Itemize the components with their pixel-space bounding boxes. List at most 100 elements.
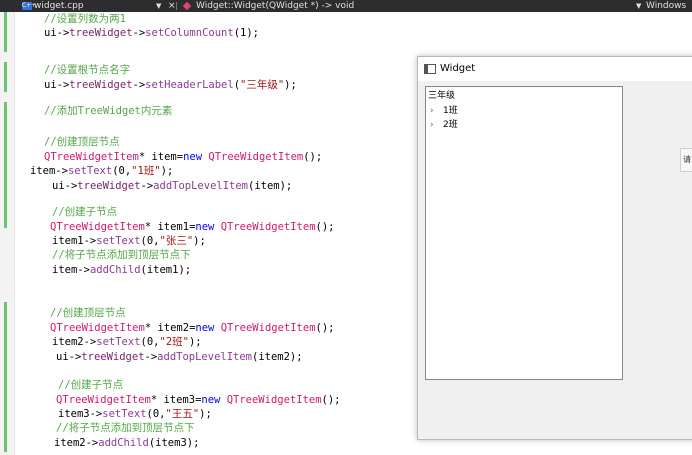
code-token: "2班" — [159, 336, 189, 348]
code-line: item1->setText(0,"张三"); — [52, 234, 206, 248]
code-token: * item2= — [144, 322, 196, 334]
code-token: (0, — [140, 235, 160, 247]
code-token: QTreeWidgetItem — [220, 322, 316, 334]
file-tab[interactable]: widget.cpp — [34, 0, 84, 12]
code-line: QTreeWidgetItem* item=new QTreeWidgetIte… — [44, 150, 322, 164]
code-token: * item1= — [144, 221, 196, 233]
code-line: //设置根节点名字 — [44, 63, 130, 77]
code-token: QTreeWidgetItem — [50, 322, 145, 334]
code-token: (item2); — [252, 351, 303, 363]
platform-dropdown[interactable]: Windows — [646, 0, 686, 12]
code-token: treeWidget — [81, 351, 145, 363]
change-marker — [4, 62, 7, 92]
code-token: (); — [315, 322, 335, 334]
code-token: -> — [144, 351, 158, 363]
code-token: new — [195, 322, 215, 334]
tree-header: 三年级 — [428, 91, 456, 101]
tree-item[interactable]: › 2班 — [428, 118, 618, 132]
code-token: (); — [303, 151, 323, 163]
code-token: item-> — [52, 264, 90, 276]
code-line: QTreeWidgetItem* item2=new QTreeWidgetIt… — [50, 321, 335, 335]
tree-item[interactable]: › 1班 — [428, 104, 618, 118]
code-token: //设置列数为两1 — [44, 13, 126, 25]
code-line: //创建顶层节点 — [50, 306, 126, 320]
code-token: ui-> — [56, 351, 82, 363]
code-token: ); — [160, 165, 174, 177]
chevron-right-icon[interactable]: › — [430, 118, 434, 132]
code-token: setText — [102, 408, 147, 420]
code-token: item2-> — [52, 336, 97, 348]
code-token: (0, — [146, 408, 166, 420]
code-token: -> — [140, 180, 154, 192]
code-token: * item= — [138, 151, 184, 163]
code-token: ui-> — [44, 79, 70, 91]
code-token: (item3); — [148, 437, 200, 449]
code-token: QTreeWidgetItem — [208, 151, 304, 163]
code-token: ); — [199, 408, 212, 420]
change-marker — [4, 102, 7, 152]
code-token: setHeaderLabel — [145, 79, 234, 91]
tree-widget[interactable]: 三年级 › 1班 › 2班 — [425, 86, 623, 380]
editor-gutter — [0, 12, 15, 455]
code-token: ui-> — [52, 180, 78, 192]
code-token: addTopLevelItem — [157, 351, 252, 363]
code-token: //创建子节点 — [58, 379, 124, 391]
change-marker — [4, 148, 7, 228]
code-line: //将子节点添加到顶层节点下 — [56, 421, 195, 435]
chevron-down-icon[interactable]: ▼ — [156, 0, 161, 12]
code-token: //设置根节点名字 — [44, 64, 131, 76]
tree-item-label: 1班 — [443, 106, 458, 116]
code-token: (0, — [112, 165, 132, 177]
window-titlebar[interactable]: Widget — [418, 57, 692, 81]
code-token: item1-> — [52, 235, 97, 247]
code-token: new — [195, 221, 215, 233]
code-token: (); — [315, 221, 335, 233]
code-token: ui-> — [44, 27, 70, 39]
window-title: Widget — [440, 63, 476, 74]
code-line: //创建顶层节点 — [44, 135, 120, 149]
code-line: item->setText(0,"1班"); — [30, 164, 173, 178]
code-token: "王五" — [165, 408, 200, 420]
code-token: -> — [132, 27, 146, 39]
symbol-dropdown[interactable]: Widget::Widget(QWidget *) -> void — [196, 0, 354, 12]
code-token: (item); — [248, 180, 293, 192]
code-line: ui->treeWidget->setColumnCount(1); — [44, 26, 259, 40]
code-token: setText — [96, 235, 141, 247]
code-token: "1班" — [131, 165, 161, 177]
change-marker — [4, 302, 7, 452]
code-token: //创建顶层节点 — [50, 307, 126, 319]
code-token: ); — [284, 79, 297, 91]
code-line: item3->setText(0,"王五"); — [58, 407, 212, 421]
code-line: //设置列数为两1 — [44, 12, 126, 26]
chevron-down-icon[interactable]: ▼ — [636, 0, 641, 12]
code-token: ); — [188, 336, 202, 348]
code-token: * item3= — [150, 394, 202, 406]
code-token: QTreeWidgetItem — [220, 221, 316, 233]
code-token: item2-> — [54, 437, 99, 449]
code-token: item3-> — [58, 408, 103, 420]
code-line: QTreeWidgetItem* item3=new QTreeWidgetIt… — [56, 393, 341, 407]
code-token: (item1); — [140, 264, 192, 276]
code-token: new — [183, 151, 203, 163]
divider — [176, 2, 177, 10]
chevron-right-icon[interactable]: › — [430, 104, 434, 118]
code-token: QTreeWidgetItem — [44, 151, 139, 163]
code-token: QTreeWidgetItem — [50, 221, 145, 233]
code-token: setText — [96, 336, 141, 348]
code-token: (1); — [233, 27, 259, 39]
code-token: item-> — [30, 165, 68, 177]
close-icon[interactable]: × — [168, 0, 176, 12]
code-token: "张三" — [159, 235, 194, 247]
widget-window: Widget 三年级 › 1班 › 2班 — [417, 56, 692, 440]
code-token: -> — [132, 79, 146, 91]
change-marker — [4, 12, 7, 52]
code-token: //将子节点添加到顶层节点下 — [56, 422, 195, 434]
code-line: //创建子节点 — [52, 205, 117, 219]
tree-item-label: 2班 — [443, 120, 458, 130]
code-token: setText — [67, 165, 113, 177]
side-panel-tab[interactable]: 请 — [680, 148, 692, 172]
code-token: QTreeWidgetItem — [56, 394, 151, 406]
code-line: //创建子节点 — [58, 378, 123, 392]
code-token: (); — [321, 394, 341, 406]
code-token: (0, — [140, 336, 160, 348]
